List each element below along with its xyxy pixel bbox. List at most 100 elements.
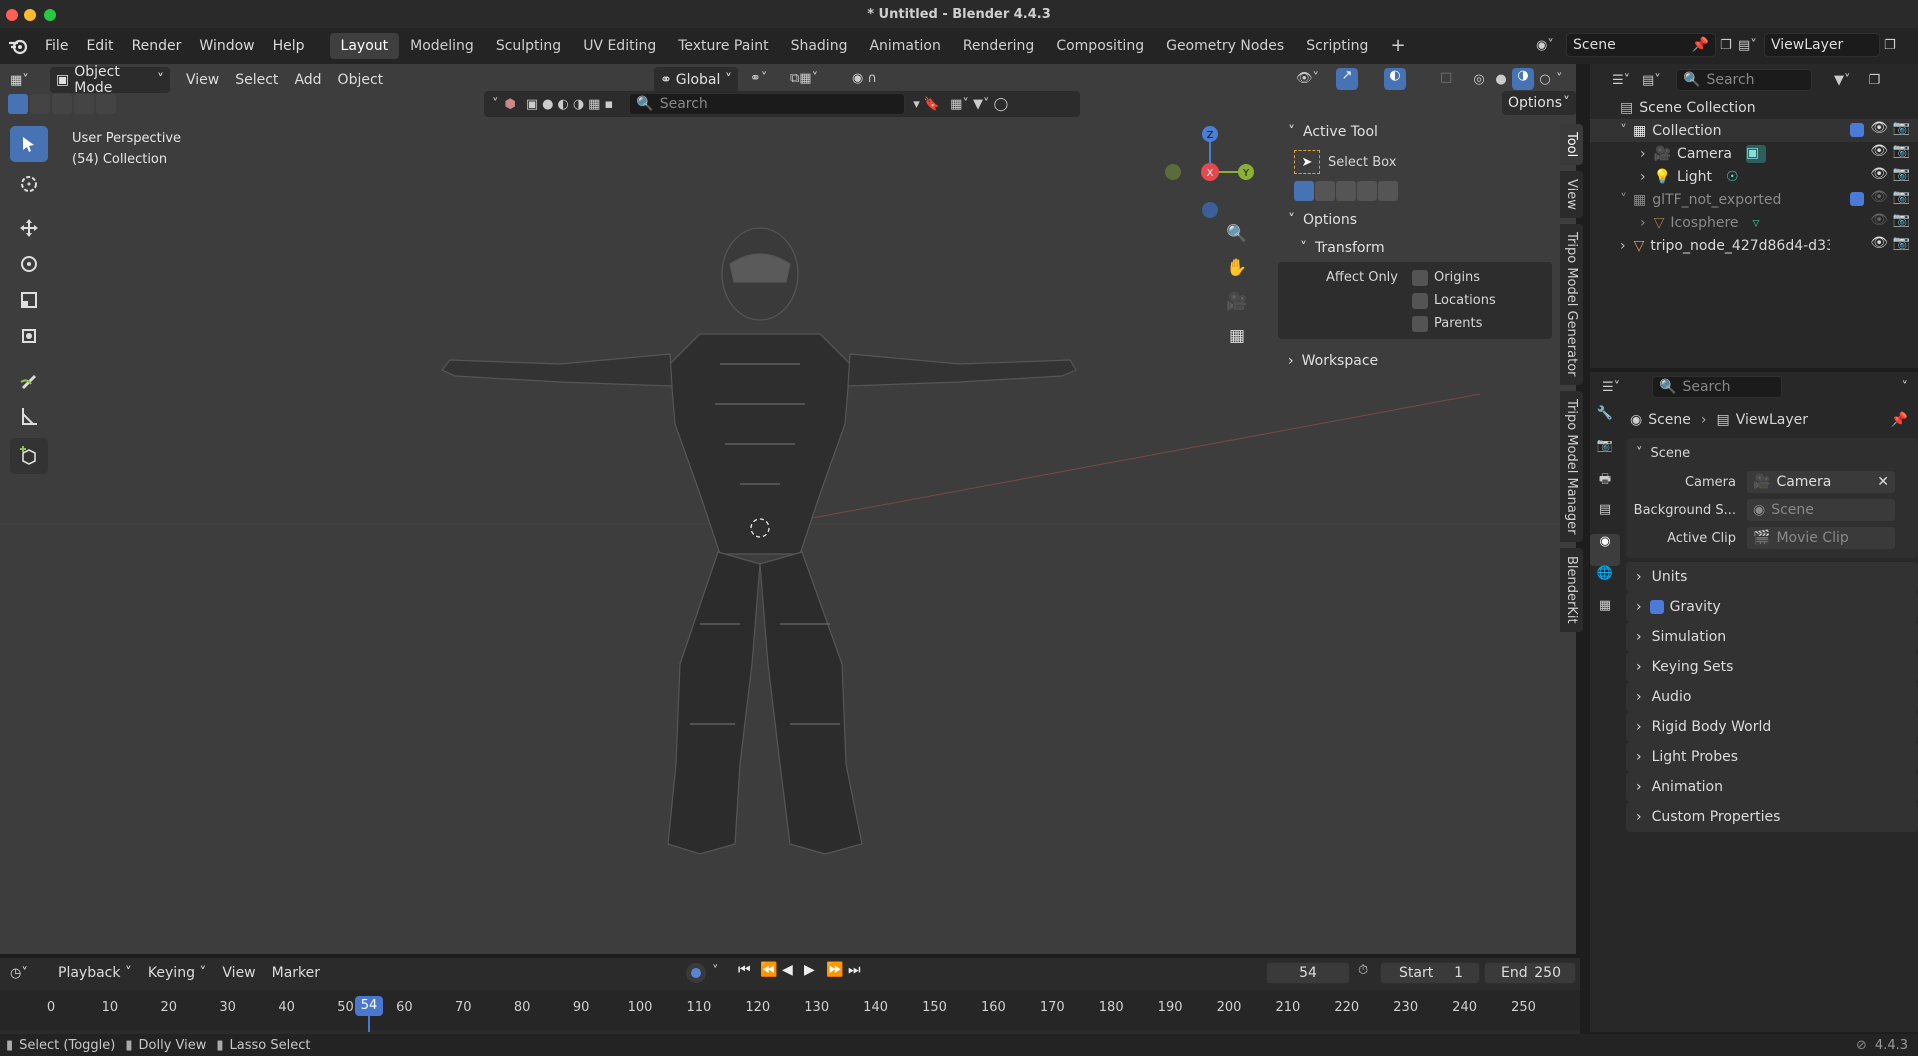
render-camera-icon[interactable]: 📷 bbox=[1893, 120, 1910, 136]
tool-tab-icon[interactable]: 🔧 bbox=[1590, 406, 1620, 438]
workspace-header[interactable]: › Workspace bbox=[1288, 347, 1556, 375]
panel-rigid-body-world[interactable]: › Rigid Body World bbox=[1626, 712, 1918, 742]
active-tool-header[interactable]: ˅ Active Tool bbox=[1288, 118, 1556, 146]
tab-texture-paint[interactable]: Texture Paint bbox=[667, 33, 779, 59]
editor-type-icon[interactable]: ▦˅ bbox=[10, 73, 50, 88]
eye-icon[interactable]: 👁 bbox=[1870, 143, 1888, 159]
parents-checkbox[interactable] bbox=[1412, 315, 1428, 332]
background-scene-field[interactable]: ◉ Scene bbox=[1746, 498, 1896, 522]
expand-icon[interactable]: ˅ bbox=[1620, 192, 1627, 208]
collection-exclude-checkbox[interactable] bbox=[1850, 123, 1864, 137]
properties-editor-icon[interactable]: ☰˅ bbox=[1602, 380, 1652, 395]
ortho-grid-icon[interactable]: ▦ bbox=[1222, 326, 1252, 360]
menu-timeline-view[interactable]: View bbox=[214, 960, 263, 986]
menu-edit[interactable]: Edit bbox=[77, 33, 122, 59]
select-extend-icon[interactable] bbox=[30, 94, 50, 114]
rendered-shading-icon[interactable]: ○ bbox=[1534, 72, 1556, 87]
bookmark-icon[interactable]: ▾ 🔖 bbox=[913, 97, 940, 112]
close-window-button[interactable] bbox=[6, 9, 18, 21]
start-frame-field[interactable]: Start 1 bbox=[1380, 962, 1480, 984]
pin-icon[interactable]: 📌 bbox=[1891, 412, 1908, 428]
current-frame-field[interactable]: 54 bbox=[1266, 962, 1350, 984]
render-camera-icon[interactable]: 📷 bbox=[1893, 166, 1910, 182]
eye-icon[interactable]: 👁 bbox=[1870, 189, 1888, 205]
network-status-icon[interactable]: ⊘ bbox=[1856, 1038, 1867, 1053]
viewport-search-input[interactable]: 🔍 Search bbox=[629, 93, 906, 115]
select-intersect-icon[interactable] bbox=[96, 94, 116, 114]
menu-marker[interactable]: Marker bbox=[264, 960, 328, 986]
viewlayer-field[interactable]: ViewLayer bbox=[1764, 33, 1880, 57]
scene-collection-row[interactable]: ▤ Scene Collection bbox=[1590, 96, 1918, 119]
menu-keying[interactable]: Keying ˅ bbox=[140, 960, 214, 986]
navigation-gizmo[interactable]: Z Y X bbox=[1160, 124, 1260, 224]
add-workspace-icon[interactable]: + bbox=[1379, 33, 1416, 59]
menu-window[interactable]: Window bbox=[190, 33, 263, 59]
tab-scripting[interactable]: Scripting bbox=[1295, 33, 1379, 59]
record-options-icon[interactable]: ˅ bbox=[712, 964, 719, 979]
armored-character-model[interactable] bbox=[441, 227, 1077, 855]
next-keyframe-icon[interactable]: ⏩ bbox=[826, 962, 848, 978]
tab-blenderkit[interactable]: BlenderKit bbox=[1560, 548, 1583, 632]
panel-simulation[interactable]: › Simulation bbox=[1626, 622, 1918, 652]
outliner-row-collection[interactable]: ˅ ▦ Collection 👁 📷 bbox=[1590, 119, 1918, 142]
frame-ruler[interactable]: 0 10 20 30 40 50 60 70 80 90 100 110 120 130 140 150 160… bbox=[0, 990, 1580, 1048]
pivot-icon[interactable]: ⚭˅ bbox=[750, 71, 767, 86]
panel-gravity[interactable]: › Gravity bbox=[1626, 592, 1918, 622]
world-tab-icon[interactable]: 🌐 bbox=[1590, 566, 1620, 598]
move-tool-icon[interactable] bbox=[10, 210, 48, 246]
render-camera-icon[interactable]: 📷 bbox=[1893, 189, 1910, 205]
end-frame-field[interactable]: End 250 bbox=[1484, 962, 1576, 984]
camera-view-icon[interactable]: 🎥 bbox=[1222, 292, 1252, 326]
new-collection-icon[interactable]: ❐ bbox=[1869, 73, 1881, 88]
new-viewlayer-icon[interactable]: ❐ bbox=[1884, 38, 1896, 53]
tab-geometry-nodes[interactable]: Geometry Nodes bbox=[1155, 33, 1295, 59]
expand-icon[interactable]: › bbox=[1640, 146, 1646, 162]
filter-icon[interactable]: ▦˅ ▼˅ ◯ bbox=[950, 97, 1008, 112]
properties-search-input[interactable]: 🔍 Search bbox=[1652, 376, 1782, 398]
eye-icon[interactable]: 👁 bbox=[1870, 235, 1888, 251]
object-types-icon[interactable]: ⬢ bbox=[505, 97, 516, 112]
scene-panel-header[interactable]: ˅ Scene bbox=[1626, 438, 1918, 468]
filter-dropdown-icon[interactable]: ˅ bbox=[492, 97, 499, 112]
viewlayer-icon[interactable]: ▤˅ bbox=[1738, 38, 1764, 53]
mode-extend-icon[interactable] bbox=[1315, 181, 1335, 201]
outliner-row-camera[interactable]: › 🎥 Camera ▣ 👁 📷 bbox=[1590, 142, 1918, 165]
gizmo-toggle-icon[interactable]: ↗ bbox=[1336, 68, 1358, 90]
menu-view[interactable]: View bbox=[178, 67, 227, 93]
new-scene-icon[interactable]: ❐ bbox=[1720, 38, 1732, 53]
scale-tool-icon[interactable] bbox=[10, 282, 48, 318]
maximize-window-button[interactable] bbox=[44, 9, 56, 21]
panel-audio[interactable]: › Audio bbox=[1626, 682, 1918, 712]
panel-units[interactable]: › Units bbox=[1626, 562, 1918, 592]
expand-icon[interactable]: › bbox=[1640, 169, 1646, 185]
proportional-edit-icon[interactable]: ◉ ∩ bbox=[852, 71, 877, 86]
timeline-editor-icon[interactable]: ◷˅ bbox=[10, 966, 50, 981]
wireframe-shading-icon[interactable]: ◎ bbox=[1468, 72, 1490, 87]
active-clip-field[interactable]: 🎬 Movie Clip bbox=[1746, 526, 1896, 550]
eye-icon[interactable]: 👁 bbox=[1870, 120, 1888, 136]
tab-uv-editing[interactable]: UV Editing bbox=[572, 33, 667, 59]
locations-checkbox[interactable] bbox=[1412, 292, 1428, 309]
mesh-data-icon[interactable]: ▿ bbox=[1753, 215, 1760, 231]
menu-object[interactable]: Object bbox=[330, 67, 392, 93]
outliner-row-gltf-not-exported[interactable]: ˅ ▦ glTF_not_exported 👁 📷 bbox=[1590, 188, 1918, 211]
select-subtract-icon[interactable] bbox=[52, 94, 72, 114]
scene-field[interactable]: Scene 📌 bbox=[1566, 33, 1716, 57]
outliner-filter-icon[interactable]: ▼˅ bbox=[1834, 73, 1851, 88]
prev-keyframe-icon[interactable]: ⏪ bbox=[760, 962, 782, 978]
view-layer-tab-icon[interactable]: ▤ bbox=[1590, 502, 1620, 534]
expand-icon[interactable]: ˅ bbox=[1620, 123, 1627, 139]
outliner-row-light[interactable]: › 💡 Light ☉ 👁 📷 bbox=[1590, 165, 1918, 188]
outliner-row-icosphere[interactable]: › ▽ Icosphere ▿ 👁 📷 bbox=[1590, 211, 1918, 234]
origins-checkbox[interactable] bbox=[1412, 269, 1428, 286]
orientation-dropdown[interactable]: ⚭ Global ˅ bbox=[654, 67, 738, 93]
panel-animation[interactable]: › Animation bbox=[1626, 772, 1918, 802]
tab-sculpting[interactable]: Sculpting bbox=[485, 33, 572, 59]
tab-tripo-model-manager[interactable]: Tripo Model Manager bbox=[1560, 390, 1583, 543]
menu-select[interactable]: Select bbox=[227, 67, 286, 93]
outliner-editor-icon[interactable]: ☰˅ bbox=[1612, 73, 1642, 88]
transform-tool-icon[interactable] bbox=[10, 318, 48, 354]
mode-subtract-icon[interactable] bbox=[1336, 181, 1356, 201]
blender-logo-icon[interactable] bbox=[8, 37, 36, 55]
tab-view[interactable]: View bbox=[1560, 171, 1583, 219]
